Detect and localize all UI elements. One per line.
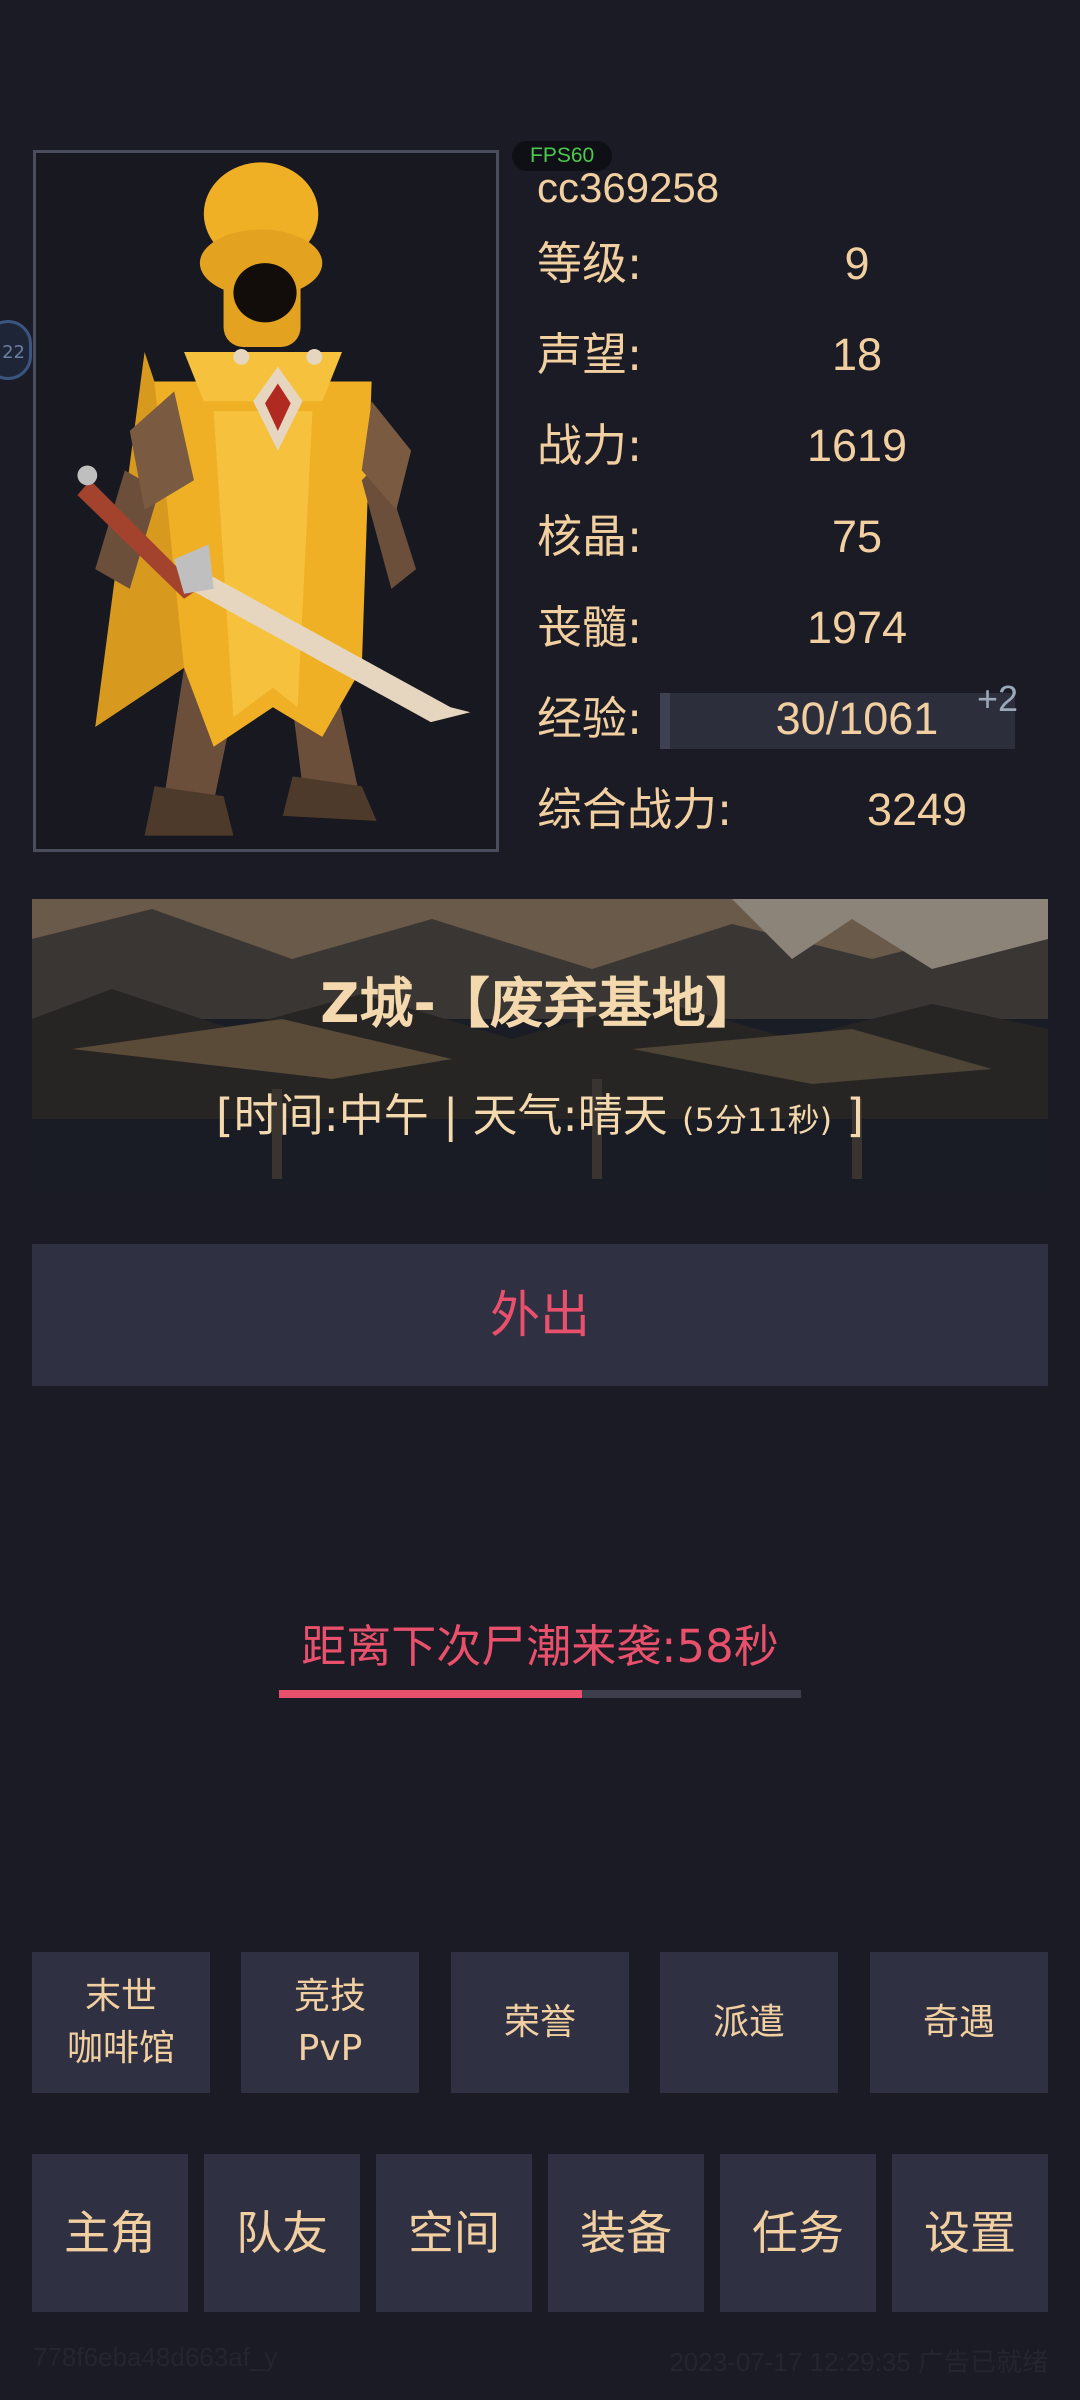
character-portrait[interactable] [33, 150, 499, 852]
encounter-button[interactable]: 奇遇 [870, 1952, 1048, 2093]
nav-equipment[interactable]: 装备 [548, 2154, 704, 2312]
feature-buttons: 末世 咖啡馆 竞技 PvP 荣誉 派遣 奇遇 [32, 1952, 1048, 2093]
stat-label: 丧髓: [537, 601, 643, 654]
stat-row-total-power: 综合战力: 3249 [537, 764, 1057, 855]
weather-remaining-time: (5分11秒) [682, 1101, 833, 1139]
stat-value: 1974 [806, 602, 908, 653]
stat-row-combat-power: 战力: 1619 [537, 400, 1057, 491]
time-weather-info: [时间:中午 | 天气:晴天 (5分11秒) ] [32, 1079, 1048, 1144]
feature-label: PvP [297, 2027, 363, 2069]
feature-label: 咖啡馆 [66, 2027, 175, 2069]
floating-assist-bubble[interactable]: 22 [0, 320, 32, 380]
stat-value: 75 [831, 511, 883, 562]
stat-label: 综合战力: [537, 783, 733, 836]
go-out-button[interactable]: 外出 [32, 1244, 1048, 1386]
honor-button[interactable]: 荣誉 [451, 1952, 629, 2093]
stat-value: 1619 [806, 420, 908, 471]
character-image [36, 154, 496, 848]
location-background-image [32, 899, 1048, 1194]
feature-label: 奇遇 [922, 2001, 995, 2043]
dispatch-button[interactable]: 派遣 [660, 1952, 838, 2093]
location-title: Z城-【废弃基地】 [320, 972, 760, 1035]
nav-space[interactable]: 空间 [376, 2154, 532, 2312]
nav-settings[interactable]: 设置 [892, 2154, 1048, 2312]
stat-label: 声望: [537, 328, 643, 381]
countdown-progress-bar [279, 1690, 801, 1698]
nav-hero[interactable]: 主角 [32, 2154, 188, 2312]
location-banner: Z城-【废弃基地】 [时间:中午 | 天气:晴天 (5分11秒) ] [32, 899, 1048, 1194]
bottom-nav: 主角 队友 空间 装备 任务 设置 [32, 2154, 1048, 2312]
stat-value: 18 [831, 329, 883, 380]
feature-label: 荣誉 [503, 2001, 576, 2043]
cafe-button[interactable]: 末世 咖啡馆 [32, 1952, 210, 2093]
zombie-wave-countdown: 距离下次尸潮来袭:58秒 [301, 1620, 779, 1673]
stat-row-core-crystal: 核晶: 75 [537, 491, 1057, 582]
stat-label: 等级: [537, 237, 643, 290]
feature-label: 末世 [84, 1975, 157, 2017]
nav-tasks[interactable]: 任务 [720, 2154, 876, 2312]
stat-label: 战力: [537, 419, 643, 472]
ad-status: 2023-07-17 12:29:35 广告已就绪 [669, 2347, 1048, 2377]
stat-row-level: 等级: 9 [537, 218, 1057, 309]
feature-label: 派遣 [712, 2001, 785, 2043]
device-id: 778f6eba48d663af_y [33, 2342, 278, 2372]
time-weather-text: [时间:中午 | 天气:晴天 [216, 1089, 668, 1142]
experience-value: 30/1061 [775, 693, 939, 744]
player-stats-panel: cc369258 等级: 9 声望: 18 战力: 1619 核晶: 75 丧髓… [537, 158, 1057, 855]
stat-value: 3249 [866, 784, 968, 835]
experience-bonus: +2 [977, 678, 1019, 719]
feature-label: 竞技 [293, 1975, 366, 2017]
player-username: cc369258 [537, 164, 720, 211]
stat-row-experience: 经验: 30/1061 +2 [537, 673, 1057, 764]
pvp-button[interactable]: 竞技 PvP [241, 1952, 419, 2093]
nav-teammates[interactable]: 队友 [204, 2154, 360, 2312]
countdown-progress-fill [279, 1690, 582, 1698]
stat-value: 9 [844, 238, 870, 289]
stat-row-reputation: 声望: 18 [537, 309, 1057, 400]
stat-label: 核晶: [537, 510, 643, 563]
time-weather-close: ] [846, 1089, 864, 1142]
stat-label: 经验: [537, 692, 643, 745]
